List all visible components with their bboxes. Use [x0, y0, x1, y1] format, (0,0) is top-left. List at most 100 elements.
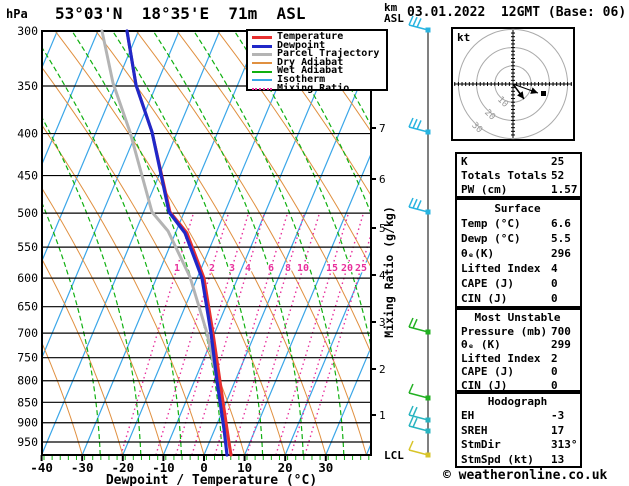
stat-row: CAPE (J) 0 [461, 276, 580, 291]
panel-most-unstable: Most Unstable Pressure (mb) 700 θₑ (K) 299 Li… [455, 308, 582, 392]
stat-value: 0 [551, 378, 558, 392]
legend-swatch [252, 36, 272, 39]
legend-label: Mixing Ratio [277, 82, 350, 94]
panel-title: Hodograph [487, 395, 548, 408]
mixing-ratio-axis-label: Mixing Ratio (g/kg) [382, 206, 396, 338]
pressure-unit-label: hPa [6, 7, 28, 21]
stat-value: 1.57 [551, 183, 578, 196]
mixing-ratio-value-label: 15 [326, 263, 338, 274]
wind-barb [408, 383, 431, 401]
isotherm-line [122, 32, 302, 454]
pressure-tick-label: 750 [17, 351, 38, 365]
stat-label: Dewp (°C) [461, 232, 521, 245]
stat-row: Totals Totals 52 [461, 169, 580, 183]
stat-value: 299 [551, 338, 571, 351]
pressure-tick-label: 900 [17, 416, 38, 430]
stat-value: 2 [551, 351, 558, 365]
stat-label: Temp (°C) [461, 217, 521, 230]
lcl-label: LCL [384, 449, 404, 462]
pressure-tick-label: 450 [17, 169, 38, 183]
stat-value: 0 [551, 292, 558, 305]
pressure-tick-label: 400 [17, 127, 38, 141]
stat-label: Pressure (mb) [461, 324, 548, 338]
stat-row: Lifted Index 4 [461, 261, 580, 276]
stat-label: StmDir [461, 438, 501, 452]
temp-tick-label: -40 [30, 460, 53, 475]
isotherm-line [284, 251, 370, 454]
panel-title: Surface [494, 202, 541, 215]
stat-value: 6.6 [551, 217, 571, 230]
stat-row: PW (cm) 1.57 [461, 183, 580, 197]
stat-value: 0 [551, 365, 558, 378]
stat-row: θₑ(K) 296 [461, 246, 580, 261]
dry-adiabat-line [583, 31, 629, 455]
legend-item: Mixing Ratio [252, 82, 386, 94]
sounding-app: 1 2 3 4 6 8 10 15 20 25 300 350 400 450 500 550 600 650 70… [0, 0, 629, 486]
stat-row: CIN (J) 0 [461, 291, 580, 306]
stat-value: 700 [551, 324, 571, 338]
mixing-ratio-value-label: 1 [174, 263, 180, 274]
stat-value: 17 [551, 423, 565, 437]
stat-value: 25 [551, 155, 565, 168]
stat-value: 5.5 [551, 232, 571, 245]
stat-row: CAPE (J) 0 [461, 365, 580, 379]
altitude-unit-label: km ASL [384, 2, 404, 24]
stat-label: SREH [461, 423, 488, 437]
station-title: 53°03'N 18°35'E 71m ASL [55, 4, 306, 23]
datetime-title: 03.01.2022 12GMT (Base: 06) [407, 5, 627, 20]
hodograph: 102030kt [451, 27, 575, 141]
stat-label: CAPE (J) [461, 365, 514, 378]
panel-indices: K 25 Totals Totals 52 PW (cm) 1.57 [455, 152, 582, 198]
stat-value: 4 [551, 262, 558, 275]
panel-title: Most Unstable [474, 311, 561, 324]
stat-row: CIN (J) 0 [461, 379, 580, 393]
km-tick-label: 1 [379, 409, 386, 422]
stat-label: Lifted Index [461, 351, 541, 365]
wet-adiabat-line [43, 48, 182, 454]
hodograph-unit-label: kt [457, 31, 470, 44]
temp-tick-label: 30 [318, 460, 333, 475]
mixing-ratio-value-label: 25 [355, 263, 367, 274]
stat-label: θₑ (K) [461, 338, 501, 351]
stat-label: EH [461, 409, 475, 423]
stat-value: -3 [551, 409, 565, 423]
wind-barb [408, 317, 431, 335]
pressure-tick-label: 700 [17, 326, 38, 340]
stat-row: Temp (°C) 6.6 [461, 216, 580, 231]
stat-value: 52 [551, 169, 565, 182]
stat-row: Pressure (mb) 700 [461, 325, 580, 339]
legend-swatch [252, 53, 272, 57]
stat-label: CIN (J) [461, 378, 508, 392]
wet-adiabat-line [43, 204, 101, 454]
isotherm-line [0, 31, 17, 455]
isotherm-line [43, 32, 220, 454]
x-axis-label: Dewpoint / Temperature (°C) [106, 473, 317, 486]
mixing-ratio-value-label: 6 [268, 263, 274, 274]
stat-row: StmDir 313° [461, 438, 580, 452]
mixing-ratio-value-label: 4 [245, 263, 251, 274]
km-tick-label: 2 [379, 363, 386, 376]
stat-label: CIN (J) [461, 292, 508, 305]
stat-value: 0 [551, 277, 558, 290]
stat-row: EH -3 [461, 409, 580, 423]
isotherm-line [203, 58, 370, 454]
wind-barb [408, 197, 431, 215]
credit-link[interactable]: © weatheronline.co.uk [443, 468, 607, 483]
stat-label: Totals Totals [461, 169, 548, 182]
pressure-tick-label: 800 [17, 374, 38, 388]
legend-swatch [252, 62, 272, 65]
pressure-tick-label: 950 [17, 435, 38, 449]
pressure-tick-label: 650 [17, 300, 38, 314]
stat-value: 13 [551, 452, 565, 466]
wet-adiabat-line [600, 31, 629, 455]
km-tick-label: 7 [379, 122, 386, 135]
stat-value: 313° [551, 438, 578, 452]
mixing-ratio-value-label: 2 [209, 263, 215, 274]
panel-hodograph-stats: Hodograph EH -3 SREH 17 StmDir 313° StmSpd (kt)… [455, 392, 582, 468]
legend-box: Temperature Dewpoint Parcel Trajectory Dry … [246, 29, 388, 94]
pressure-tick-label: 350 [17, 79, 38, 93]
pressure-tick-label: 550 [17, 240, 38, 254]
stat-label: Lifted Index [461, 262, 541, 275]
legend-swatch [252, 44, 272, 48]
legend-swatch [252, 88, 272, 91]
